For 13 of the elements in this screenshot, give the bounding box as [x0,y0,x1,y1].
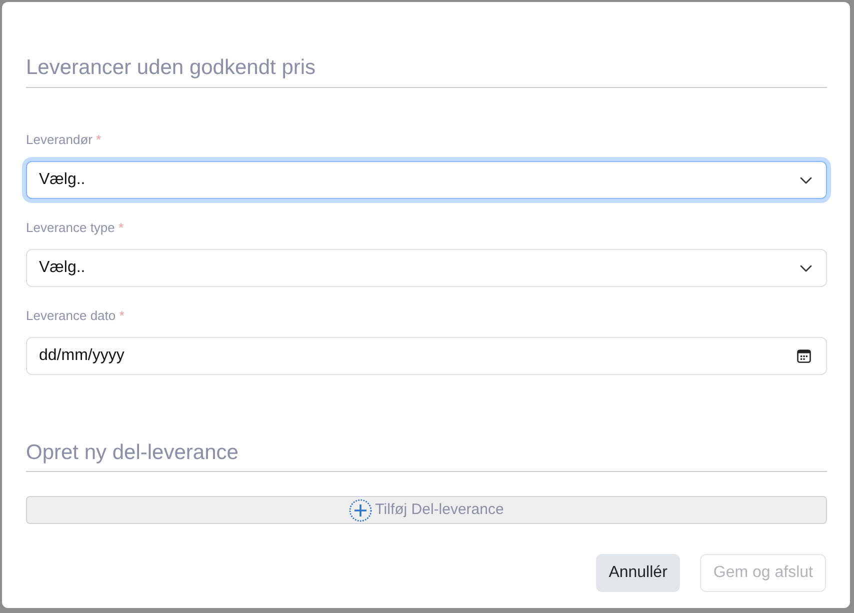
chevron-down-icon [800,176,812,184]
field-label: Leverance dato * [26,308,124,324]
chevron-down-icon [800,264,812,272]
field-label: Leverandør * [26,132,102,148]
calendar-icon [797,349,811,363]
section-title: Opret ny del-leverance [26,440,238,466]
dialog-title: Leverancer uden godkendt pris [26,55,316,81]
date-field[interactable]: dd/mm/yyyy [26,337,827,375]
cancel-button[interactable]: Annullér [596,554,680,592]
dropdown-field[interactable]: Vælg.. [26,161,827,199]
plus-circle-icon [349,498,372,522]
field-label: Leverance type * [26,220,124,236]
dropdown-field[interactable]: Vælg.. [26,249,827,287]
